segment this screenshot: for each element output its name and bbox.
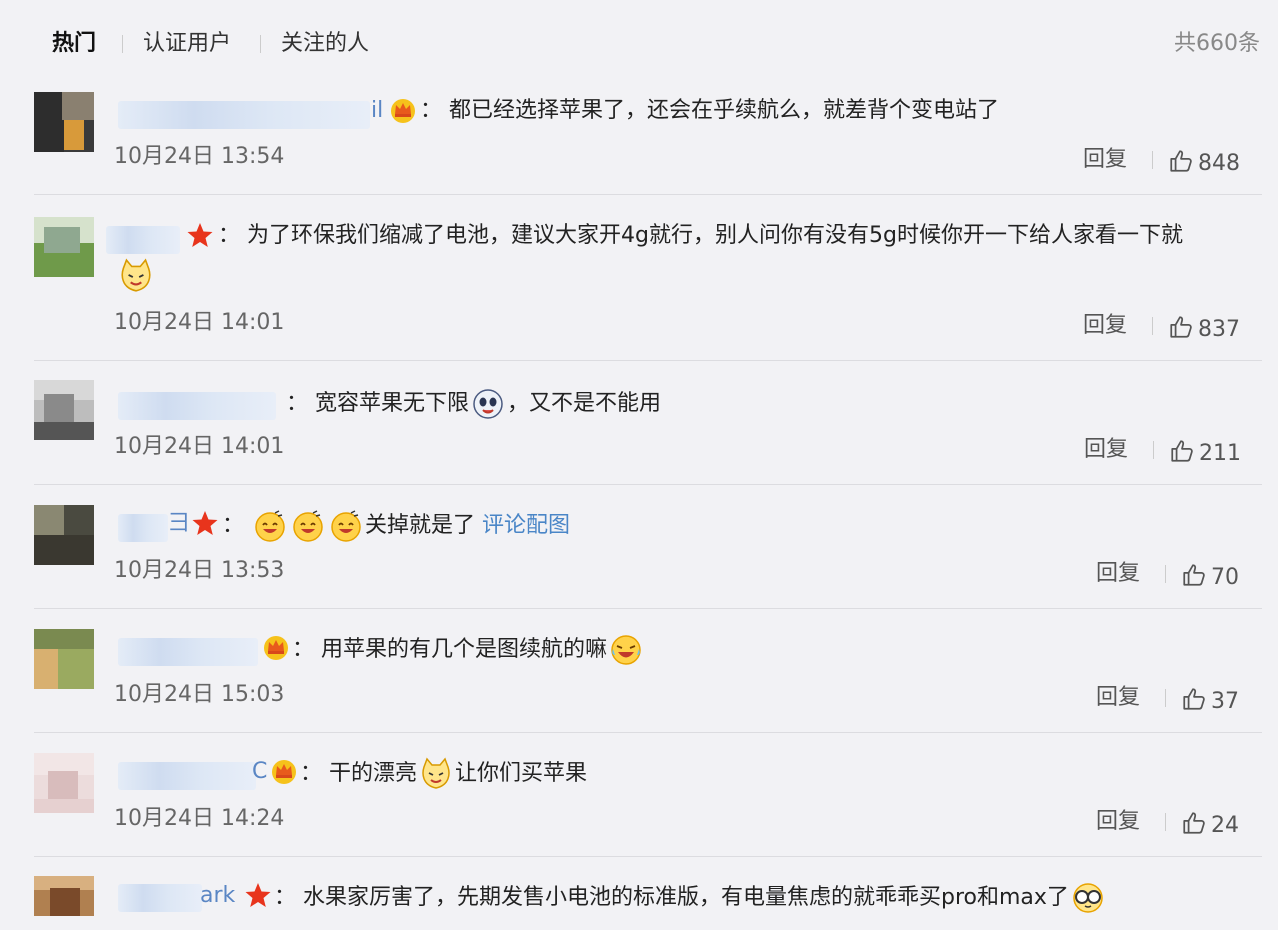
like-count: 37	[1211, 689, 1239, 714]
username-tail[interactable]: C	[252, 758, 267, 786]
cat-face-emoji-icon	[419, 757, 453, 791]
crown-icon	[262, 633, 290, 661]
action-divider	[1152, 151, 1153, 169]
username[interactable]	[118, 392, 276, 420]
comment-time: 10月24日 13:54	[114, 144, 285, 169]
action-divider	[1153, 441, 1154, 459]
comment-text: ： 为了环保我们缩减了电池，建议大家开4g就行，别人问你有没有5g时候你开一下给…	[218, 223, 1183, 248]
avatar[interactable]	[34, 92, 94, 152]
comment-text: ： 都已经选择苹果了，还会在乎续航么，就差背个变电站了	[420, 98, 1000, 123]
username-tail[interactable]: il	[371, 97, 383, 125]
reply-button[interactable]: 回复	[1083, 312, 1127, 340]
reply-button[interactable]: 回复	[1096, 560, 1140, 588]
grin-emoji-icon	[253, 509, 287, 543]
comment-total-count: 共660条	[1174, 31, 1260, 56]
action-divider	[1165, 813, 1166, 831]
thumb-up-icon	[1168, 314, 1194, 340]
like-button[interactable]: 24	[1181, 810, 1239, 840]
star-icon	[191, 509, 219, 537]
comment-text: ： 水果家厉害了，先期发售小电池的标准版，有电量焦虑的就乖乖买pro和max了	[274, 881, 1107, 915]
like-count: 848	[1198, 151, 1240, 176]
like-count: 211	[1199, 441, 1241, 466]
comment-text: ： 干的漂亮 让你们买苹果	[300, 757, 587, 791]
like-button[interactable]: 211	[1169, 438, 1241, 468]
avatar[interactable]	[34, 380, 94, 440]
reply-button[interactable]: 回复	[1084, 436, 1128, 464]
comment-text: ： 用苹果的有几个是图续航的嘛	[292, 633, 645, 667]
username[interactable]	[106, 226, 180, 254]
like-count: 70	[1211, 565, 1239, 590]
like-button[interactable]: 70	[1181, 562, 1239, 592]
star-icon	[186, 221, 214, 249]
thumb-up-icon	[1168, 148, 1194, 174]
username-tail[interactable]: 彐	[168, 510, 190, 538]
comment-text: ： 宽容苹果无下限 ，又不是不能用	[286, 387, 661, 421]
reply-button[interactable]: 回复	[1096, 684, 1140, 712]
divider	[34, 608, 1262, 609]
divider	[34, 194, 1262, 195]
like-button[interactable]: 837	[1168, 314, 1240, 344]
like-button[interactable]: 848	[1168, 148, 1240, 178]
thumb-up-icon	[1181, 686, 1207, 712]
avatar[interactable]	[34, 753, 94, 813]
username-tail[interactable]: ark	[200, 882, 235, 910]
comment-image-link[interactable]: 评论配图	[482, 513, 570, 538]
comment-text: ： 关掉就是了 评论配图	[222, 509, 570, 543]
tab-divider	[122, 35, 123, 53]
like-button[interactable]: 37	[1181, 686, 1239, 716]
divider	[34, 856, 1262, 857]
like-count: 24	[1211, 813, 1239, 838]
thumb-up-icon	[1169, 438, 1195, 464]
tab-verified[interactable]: 认证用户	[143, 30, 231, 58]
thumb-up-icon	[1181, 810, 1207, 836]
grin-emoji-icon	[291, 509, 325, 543]
username[interactable]	[118, 101, 370, 129]
like-count: 837	[1198, 317, 1240, 342]
glasses-emoji-icon	[1071, 881, 1105, 915]
tab-hot[interactable]: 热门	[52, 30, 96, 58]
tab-divider	[260, 35, 261, 53]
avatar[interactable]	[34, 876, 94, 916]
thumb-up-icon	[1181, 562, 1207, 588]
star-icon	[244, 881, 272, 909]
reply-button[interactable]: 回复	[1096, 808, 1140, 836]
comment-filter-bar: 热门 认证用户 关注的人 共660条	[0, 0, 1278, 88]
divider	[34, 484, 1262, 485]
cat-face-emoji-icon	[118, 258, 154, 294]
laugh-cry-emoji-icon	[609, 633, 643, 667]
username[interactable]	[118, 638, 258, 666]
comment-time: 10月24日 13:53	[114, 558, 285, 583]
divider	[34, 360, 1262, 361]
grin-emoji-icon	[329, 509, 363, 543]
comment-time: 10月24日 14:01	[114, 310, 285, 335]
username[interactable]	[118, 884, 202, 912]
reply-button[interactable]: 回复	[1083, 146, 1127, 174]
comment-time: 10月24日 15:03	[114, 682, 285, 707]
avatar[interactable]	[34, 217, 94, 277]
crown-icon	[270, 757, 298, 785]
username[interactable]	[118, 762, 256, 790]
action-divider	[1165, 565, 1166, 583]
panda-emoji-icon	[471, 387, 505, 421]
divider	[34, 732, 1262, 733]
avatar[interactable]	[34, 505, 94, 565]
username[interactable]	[118, 514, 168, 542]
crown-icon	[389, 96, 417, 124]
comment-time: 10月24日 14:24	[114, 806, 285, 831]
tab-following[interactable]: 关注的人	[281, 30, 369, 58]
action-divider	[1165, 689, 1166, 707]
comment-time: 10月24日 14:01	[114, 434, 285, 459]
action-divider	[1152, 317, 1153, 335]
avatar[interactable]	[34, 629, 94, 689]
